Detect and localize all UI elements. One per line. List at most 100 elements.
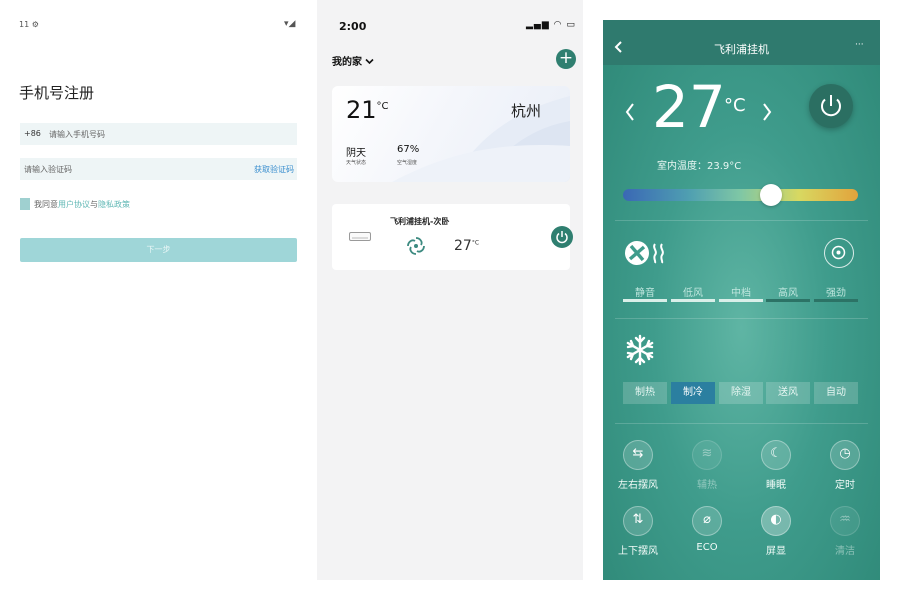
mode-option[interactable]: 送风 bbox=[766, 382, 810, 404]
timer-button[interactable]: ◷ bbox=[830, 440, 860, 470]
weather-condition: 阴天 bbox=[346, 148, 366, 159]
function-label: 睡眠 bbox=[766, 480, 786, 491]
device-temp: 27°C bbox=[454, 238, 479, 254]
fan-auto-button[interactable] bbox=[824, 238, 854, 268]
divider bbox=[615, 220, 868, 221]
phone-prefix[interactable]: +86 bbox=[24, 129, 41, 138]
home-label: 我的家 bbox=[332, 57, 362, 68]
clean-icon: ♒ bbox=[839, 512, 851, 527]
indoor-temp-label: 室内温度： bbox=[657, 161, 707, 172]
weather-condition-label: 天气状态 bbox=[346, 160, 367, 166]
display-button[interactable]: ◐ bbox=[761, 506, 791, 536]
weather-temp-value: 21 bbox=[346, 96, 377, 124]
fan-speed-icon bbox=[625, 241, 664, 265]
eco-leaf-icon: ⌀ bbox=[703, 512, 711, 527]
fan-speed-bar bbox=[766, 299, 810, 302]
phone-field[interactable]: +86 请输入手机号码 bbox=[20, 123, 297, 145]
fan-speed-option[interactable]: 强劲 bbox=[814, 284, 858, 302]
power-icon bbox=[556, 231, 568, 244]
home-selector[interactable]: 我的家 bbox=[332, 53, 375, 68]
agreement-text: 我同意用户协议与隐私政策 bbox=[34, 199, 130, 210]
function-label: 上下摆风 bbox=[618, 546, 658, 557]
mode-option[interactable]: 制冷 bbox=[671, 382, 715, 404]
eco-leaf-button[interactable]: ⌀ bbox=[692, 506, 722, 536]
status-time: 2:00 bbox=[339, 20, 367, 33]
mode-option[interactable]: 除湿 bbox=[719, 382, 763, 404]
device-power-button[interactable] bbox=[551, 226, 573, 248]
fan-speed-bar bbox=[814, 299, 858, 302]
status-icons: ▂▄▆ ◠ ▭ bbox=[526, 20, 576, 30]
privacy-policy-link[interactable]: 隐私政策 bbox=[98, 200, 130, 209]
fan-speed-option[interactable]: 高风 bbox=[766, 284, 810, 302]
mode-option[interactable]: 自动 bbox=[814, 382, 858, 404]
code-field[interactable]: 请输入验证码 获取验证码 bbox=[20, 158, 297, 180]
function-label: 定时 bbox=[835, 480, 855, 491]
add-device-button[interactable]: + bbox=[556, 49, 576, 69]
target-temp-unit: °C bbox=[724, 95, 746, 116]
fan-speed-bar bbox=[671, 299, 715, 302]
fan-speed-option[interactable]: 低风 bbox=[671, 284, 715, 302]
fan-speed-label: 低风 bbox=[683, 288, 703, 299]
aux-heat-icon: ≋ bbox=[701, 446, 713, 461]
status-bar-left: 11 ⚙ bbox=[19, 20, 39, 29]
weather-city: 杭州 bbox=[511, 102, 542, 120]
home-screen: 2:00 ▂▄▆ ◠ ▭ 我的家 + 21°C 杭州 阴天 天气状态 67% 空… bbox=[317, 0, 583, 580]
agree-checkbox[interactable] bbox=[20, 198, 30, 210]
code-input[interactable]: 请输入验证码 bbox=[24, 164, 72, 175]
next-button[interactable]: 下一步 bbox=[20, 238, 297, 262]
power-button[interactable] bbox=[809, 84, 853, 128]
fan-speed-label: 高风 bbox=[778, 288, 798, 299]
function-label: ECO bbox=[696, 542, 718, 553]
app-header: 飞利浦挂机 ··· bbox=[603, 20, 880, 65]
fan-speed-label: 静音 bbox=[635, 288, 655, 299]
divider bbox=[615, 318, 868, 319]
get-code-button[interactable]: 获取验证码 bbox=[254, 164, 294, 175]
fan-speed-option[interactable]: 中档 bbox=[719, 284, 763, 302]
weather-temp: 21°C bbox=[346, 96, 389, 124]
mode-option[interactable]: 制热 bbox=[623, 382, 667, 404]
swing-vertical-icon: ⇅ bbox=[632, 512, 644, 527]
weather-humidity: 67% bbox=[397, 144, 420, 155]
weather-temp-unit: °C bbox=[376, 101, 389, 112]
register-screen: 11 ⚙ ▾◢ 手机号注册 +86 请输入手机号码 请输入验证码 获取验证码 我… bbox=[0, 0, 310, 600]
fan-speed-label: 中档 bbox=[731, 288, 751, 299]
temp-slider-thumb[interactable] bbox=[760, 184, 783, 206]
swing-horizontal-button[interactable]: ⇆ bbox=[623, 440, 653, 470]
sleep-moon-button[interactable]: ☾ bbox=[761, 440, 791, 470]
device-temp-value: 27 bbox=[454, 238, 472, 254]
function-label: 左右摆风 bbox=[618, 480, 658, 491]
temp-increase-icon[interactable] bbox=[761, 102, 773, 122]
device-temp-unit: °C bbox=[471, 239, 480, 247]
target-temp: 27 bbox=[652, 73, 726, 141]
device-card[interactable]: 飞利浦挂机-次卧 27°C bbox=[332, 204, 573, 270]
function-label: 屏显 bbox=[766, 546, 786, 557]
power-icon bbox=[821, 95, 841, 117]
timer-icon: ◷ bbox=[839, 446, 851, 461]
agree-and: 与 bbox=[90, 200, 98, 209]
ac-control-screen: 飞利浦挂机 ··· 27 °C 室内温度：23.9°C 静音 低风 中档 高风 强劲 bbox=[603, 20, 880, 580]
clean-button[interactable]: ♒ bbox=[830, 506, 860, 536]
phone-input[interactable]: 请输入手机号码 bbox=[49, 129, 105, 140]
chevron-down-icon bbox=[365, 58, 375, 65]
weather-humidity-label: 空气湿度 bbox=[397, 160, 418, 166]
swing-horizontal-icon: ⇆ bbox=[632, 446, 644, 461]
function-label: 清洁 bbox=[835, 546, 855, 557]
swing-vertical-button[interactable]: ⇅ bbox=[623, 506, 653, 536]
more-button[interactable]: ··· bbox=[855, 40, 864, 50]
indoor-temp-value: 23.9°C bbox=[707, 161, 742, 172]
temp-slider-track[interactable] bbox=[623, 189, 858, 201]
display-icon: ◐ bbox=[770, 512, 782, 527]
aux-heat-button[interactable]: ≋ bbox=[692, 440, 722, 470]
fan-speed-option[interactable]: 静音 bbox=[623, 284, 667, 302]
fan-auto-icon bbox=[831, 245, 846, 260]
function-label: 辅热 bbox=[697, 480, 717, 491]
divider bbox=[615, 423, 868, 424]
device-title: 飞利浦挂机 bbox=[714, 43, 769, 56]
user-agreement-link[interactable]: 用户协议 bbox=[58, 200, 90, 209]
temp-decrease-icon[interactable] bbox=[624, 102, 636, 122]
ac-unit-icon bbox=[349, 232, 371, 241]
page-title: 手机号注册 bbox=[19, 84, 95, 102]
agree-prefix: 我同意 bbox=[34, 200, 58, 209]
device-name: 飞利浦挂机-次卧 bbox=[390, 217, 450, 226]
fan-speed-label: 强劲 bbox=[826, 288, 846, 299]
